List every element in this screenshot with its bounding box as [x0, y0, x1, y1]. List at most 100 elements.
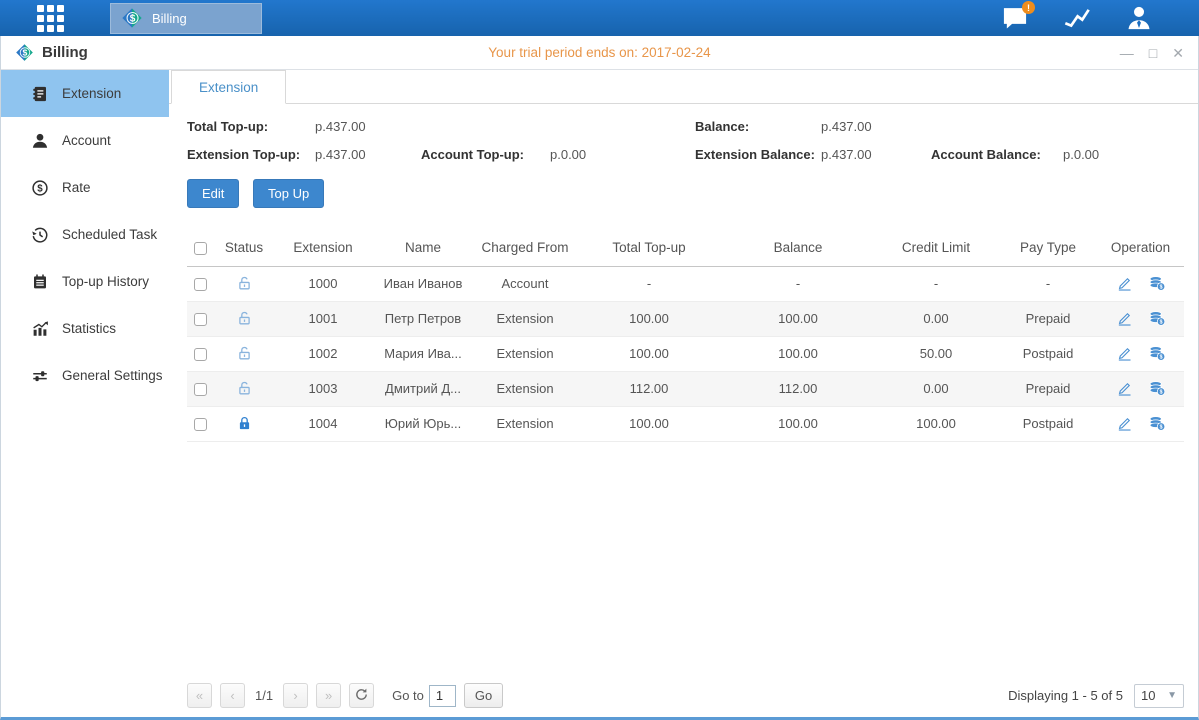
sidebar-item-rate[interactable]: $ Rate	[1, 164, 169, 211]
billing-app-icon: $	[121, 7, 143, 29]
svg-text:$: $	[130, 14, 136, 25]
notification-badge: !	[1022, 1, 1035, 14]
next-page-button[interactable]: ›	[283, 683, 308, 708]
sidebar-item-statistics[interactable]: Statistics	[1, 305, 169, 352]
column-header-charged-from: Charged From	[475, 230, 575, 266]
sidebar-item-label: Scheduled Task	[62, 227, 157, 242]
page-size-select[interactable]: 10 ▼	[1134, 684, 1184, 708]
sidebar-item-topup-history[interactable]: Top-up History	[1, 258, 169, 305]
sidebar-item-general-settings[interactable]: General Settings	[1, 352, 169, 399]
cell-name: Мария Ива...	[371, 336, 475, 371]
sidebar-item-extension[interactable]: Extension	[1, 70, 169, 117]
cell-extension: 1004	[275, 406, 371, 441]
edit-icon[interactable]	[1116, 345, 1133, 362]
column-header-operation: Operation	[1097, 230, 1184, 266]
cell-charged-from: Account	[475, 266, 575, 301]
user-icon	[1125, 20, 1153, 35]
select-all-checkbox[interactable]	[194, 242, 207, 255]
edit-icon[interactable]	[1116, 275, 1133, 292]
go-button[interactable]: Go	[464, 683, 503, 708]
extension-topup-value: p.437.00	[315, 147, 421, 162]
prev-page-button[interactable]: ‹	[220, 683, 245, 708]
cell-balance: 100.00	[723, 336, 873, 371]
extension-table: StatusExtensionNameCharged FromTotal Top…	[187, 230, 1184, 442]
pagination-bar: « ‹ 1/1 › » Go to Go Displaying 1 - 5 of…	[187, 675, 1184, 708]
topup-icon[interactable]: $	[1149, 380, 1166, 397]
svg-text:$: $	[23, 48, 28, 58]
column-header-status: Status	[213, 230, 275, 266]
app-launcher-button[interactable]	[30, 0, 70, 36]
column-header-credit-limit: Credit Limit	[873, 230, 999, 266]
extension-topup-label: Extension Top-up:	[187, 147, 315, 162]
taskbar-tab-billing[interactable]: $ Billing	[110, 3, 262, 34]
topup-icon[interactable]: $	[1149, 275, 1166, 292]
cell-credit-limit: 100.00	[873, 406, 999, 441]
topup-history-icon	[31, 273, 49, 291]
cell-balance: -	[723, 266, 873, 301]
svg-text:$: $	[37, 183, 43, 194]
table-header-row: StatusExtensionNameCharged FromTotal Top…	[187, 230, 1184, 266]
cell-charged-from: Extension	[475, 301, 575, 336]
edit-icon[interactable]	[1116, 415, 1133, 432]
sidebar-item-scheduled-task[interactable]: Scheduled Task	[1, 211, 169, 258]
total-topup-value: p.437.00	[315, 119, 421, 134]
table-row: 1004Юрий Юрь...Extension100.00100.00100.…	[187, 406, 1184, 441]
topup-icon[interactable]: $	[1149, 345, 1166, 362]
cell-total-topup: 100.00	[575, 301, 723, 336]
row-checkbox[interactable]	[194, 313, 207, 326]
svg-text:$: $	[1159, 320, 1162, 326]
topup-button[interactable]: Top Up	[253, 179, 324, 208]
cell-balance: 100.00	[723, 301, 873, 336]
last-page-button[interactable]: »	[316, 683, 341, 708]
refresh-button[interactable]	[349, 683, 374, 708]
toolbar: Edit Top Up	[187, 179, 1184, 208]
topup-icon[interactable]: $	[1149, 415, 1166, 432]
minimize-icon[interactable]: —	[1120, 46, 1134, 60]
svg-text:$: $	[1159, 425, 1162, 431]
cell-credit-limit: -	[873, 266, 999, 301]
topup-icon[interactable]: $	[1149, 310, 1166, 327]
column-header-extension: Extension	[275, 230, 371, 266]
cell-name: Дмитрий Д...	[371, 371, 475, 406]
reports-button[interactable]	[1063, 4, 1091, 32]
extension-balance-value: p.437.00	[821, 147, 931, 162]
edit-icon[interactable]	[1116, 310, 1133, 327]
cell-total-topup: 100.00	[575, 336, 723, 371]
taskbar-tab-label: Billing	[152, 11, 187, 26]
cell-extension: 1003	[275, 371, 371, 406]
first-page-button[interactable]: «	[187, 683, 212, 708]
sidebar-item-account[interactable]: Account	[1, 117, 169, 164]
unlocked-icon	[236, 345, 253, 362]
unlocked-icon	[236, 380, 253, 397]
cell-credit-limit: 50.00	[873, 336, 999, 371]
caret-down-icon: ▼	[1167, 690, 1177, 701]
cell-total-topup: -	[575, 266, 723, 301]
cell-charged-from: Extension	[475, 371, 575, 406]
total-topup-label: Total Top-up:	[187, 119, 315, 134]
sidebar-item-label: Account	[62, 133, 111, 148]
tab-extension[interactable]: Extension	[171, 70, 286, 104]
user-menu-button[interactable]	[1125, 4, 1153, 32]
table-row: 1000Иван ИвановAccount----$	[187, 266, 1184, 301]
edit-button[interactable]: Edit	[187, 179, 239, 208]
row-checkbox[interactable]	[194, 418, 207, 431]
row-checkbox[interactable]	[194, 278, 207, 291]
column-header-name: Name	[371, 230, 475, 266]
notifications-button[interactable]: !	[1001, 4, 1029, 32]
edit-icon[interactable]	[1116, 380, 1133, 397]
page-indicator: 1/1	[255, 688, 273, 703]
window-titlebar: $ Billing Your trial period ends on: 201…	[1, 36, 1198, 70]
maximize-icon[interactable]: □	[1149, 46, 1157, 60]
svg-text:$: $	[1159, 355, 1162, 361]
row-checkbox[interactable]	[194, 383, 207, 396]
cell-name: Иван Иванов	[371, 266, 475, 301]
displaying-text: Displaying 1 - 5 of 5	[1008, 688, 1123, 703]
sidebar-item-label: Top-up History	[62, 274, 149, 289]
row-checkbox[interactable]	[194, 348, 207, 361]
goto-page-input[interactable]	[429, 685, 456, 707]
page-size-value: 10	[1141, 688, 1155, 703]
account-icon	[31, 132, 49, 150]
cell-total-topup: 100.00	[575, 406, 723, 441]
extension-icon	[31, 85, 49, 103]
close-icon[interactable]: ✕	[1172, 46, 1184, 60]
